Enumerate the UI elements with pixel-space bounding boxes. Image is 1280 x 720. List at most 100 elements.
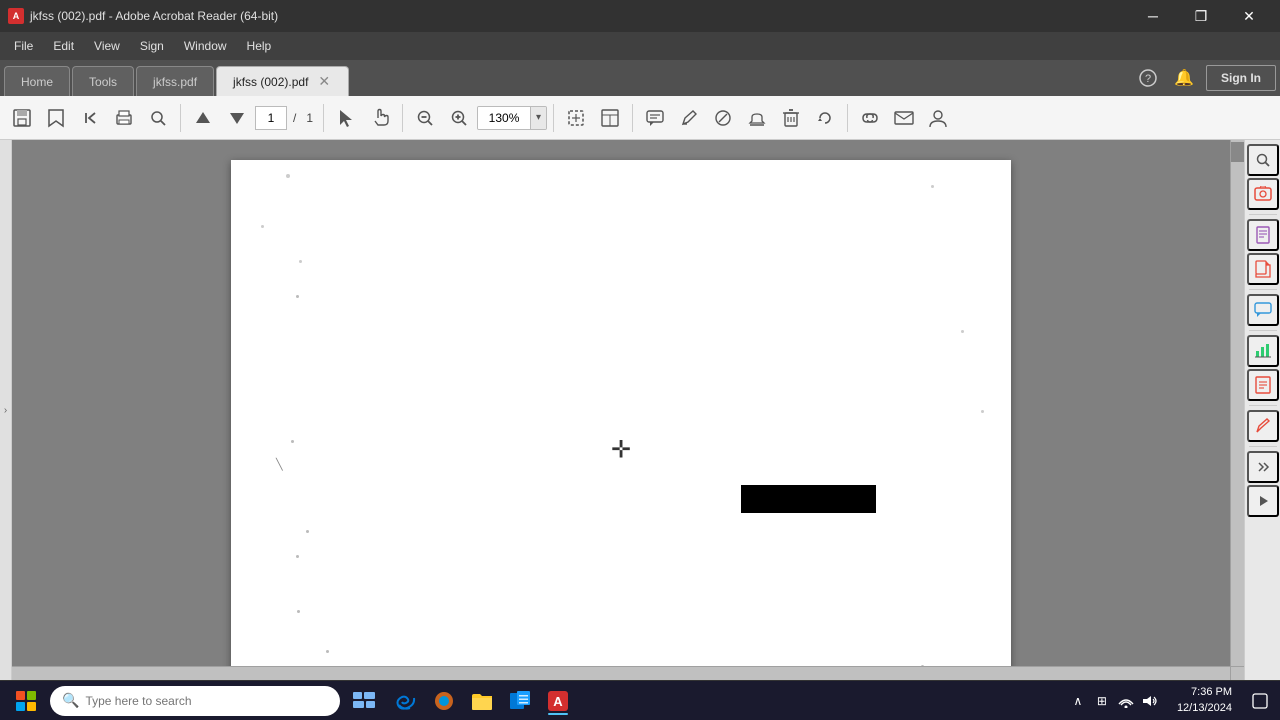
zoom-control: ▾ [477,106,547,130]
email-button[interactable] [888,102,920,134]
pdf-mark [299,260,302,263]
taskbar-clock[interactable]: 7:36 PM 12/13/2024 [1169,685,1240,716]
menu-file[interactable]: File [4,35,43,57]
rp-sep-3 [1249,330,1277,331]
tools2-button[interactable] [594,102,626,134]
menu-edit[interactable]: Edit [43,35,84,57]
minimize-button[interactable]: ─ [1130,0,1176,32]
menu-view[interactable]: View [84,35,130,57]
nav-down-button[interactable] [221,102,253,134]
menu-sign[interactable]: Sign [130,35,174,57]
menu-help[interactable]: Help [237,35,282,57]
tab-close-button[interactable]: ✕ [316,73,332,90]
delete-icon [783,108,799,128]
select-tool-button[interactable] [330,102,362,134]
pencil-icon [680,109,698,127]
explorer-button[interactable] [464,685,500,717]
markup-button[interactable] [707,102,739,134]
left-panel-toggle[interactable]: › [0,140,12,680]
window-title: jkfss (002).pdf - Adobe Acrobat Reader (… [30,9,278,23]
task-view-button[interactable] [342,681,386,720]
rp-chevrons-button[interactable] [1247,451,1279,483]
tray-volume-icon[interactable] [1139,690,1161,712]
scroll-thumb[interactable] [1231,142,1244,162]
rp-arrow-button[interactable] [1247,485,1279,517]
rp-chart-icon [1254,343,1272,359]
rp-export2-button[interactable] [1247,369,1279,401]
menu-window[interactable]: Window [174,35,237,57]
rp-draw-button[interactable] [1247,410,1279,442]
restore-button[interactable]: ❐ [1178,0,1224,32]
link-button[interactable] [854,102,886,134]
zoom-dropdown-arrow[interactable]: ▾ [530,107,546,129]
vertical-scrollbar[interactable] [1230,140,1244,666]
hand-tool-button[interactable] [364,102,396,134]
notifications-button[interactable]: 🔔 [1170,64,1198,92]
taskbar-search-box[interactable]: 🔍 [50,686,340,716]
rp-chart-button[interactable] [1247,335,1279,367]
rp-document-icon [1255,226,1271,244]
edge-button[interactable] [388,685,424,717]
tray-network-icon[interactable] [1115,690,1137,712]
taskbar-right: ∧ ⊞ 7:36 PM 12/13/2024 [1063,681,1276,720]
horizontal-scrollbar[interactable] [12,666,1230,680]
rp-export-button[interactable] [1247,253,1279,285]
acrobat-button[interactable]: A [540,685,576,717]
rp-comment-button[interactable] [1247,294,1279,326]
rotate-button[interactable] [809,102,841,134]
notification-button[interactable] [1244,681,1276,720]
comment-icon [645,109,665,127]
tab-jkfss002[interactable]: jkfss (002).pdf ✕ [216,66,349,96]
save-button[interactable] [6,102,38,134]
nav-up-button[interactable] [187,102,219,134]
nav-down-icon [228,109,246,127]
explorer-icon [471,691,493,711]
main-area: › ╲ [0,140,1280,680]
rp-arrow-icon [1256,494,1270,508]
tab-bar: Home Tools jkfss.pdf jkfss (002).pdf ✕ ?… [0,60,1280,96]
bell-icon: 🔔 [1174,68,1194,88]
prev-doc-button[interactable] [74,102,106,134]
rp-photo-button[interactable] [1247,178,1279,210]
win-icon-red [16,691,25,700]
zoom-out-button[interactable] [409,102,441,134]
tray-arrow-icon[interactable]: ∧ [1067,690,1089,712]
delete-button[interactable] [775,102,807,134]
close-button[interactable]: ✕ [1226,0,1272,32]
pencil-button[interactable] [673,102,705,134]
help-button[interactable]: ? [1134,64,1162,92]
tab-home[interactable]: Home [4,66,70,96]
pdf-mark [306,530,309,533]
rp-document-button[interactable] [1247,219,1279,251]
sign-in-button[interactable]: Sign In [1206,65,1276,91]
firefox-button[interactable] [426,685,462,717]
zoom-in-icon [450,109,468,127]
pdf-mark [286,174,290,178]
crosshair-cursor: ✛ [611,436,631,465]
marquee-zoom-button[interactable] [560,102,592,134]
tab-tools[interactable]: Tools [72,66,134,96]
bookmark-button[interactable] [40,102,72,134]
select-icon [338,109,354,127]
comment-button[interactable] [639,102,671,134]
outlook-icon [509,690,531,712]
taskbar-search-input[interactable] [85,694,328,708]
zoom-enhance-button[interactable] [142,102,174,134]
right-panel [1244,140,1280,680]
tab-jkfss[interactable]: jkfss.pdf [136,66,214,96]
zoom-in-button[interactable] [443,102,475,134]
stamp-button[interactable] [741,102,773,134]
start-button[interactable] [4,681,48,720]
outlook-button[interactable] [502,685,538,717]
pdf-mark [296,295,299,298]
taskbar-search-icon: 🔍 [62,692,79,709]
page-input[interactable]: 1 [255,106,287,130]
user-button[interactable] [922,102,954,134]
zoom-input[interactable] [478,107,530,129]
rp-search-button[interactable] [1247,144,1279,176]
tray-usb-icon[interactable]: ⊞ [1091,690,1113,712]
clock-time: 7:36 PM [1177,685,1232,700]
print-button[interactable] [108,102,140,134]
pdf-viewport[interactable]: ╲ ✛ ANY RUN [12,140,1244,680]
stamp-icon [748,109,766,127]
